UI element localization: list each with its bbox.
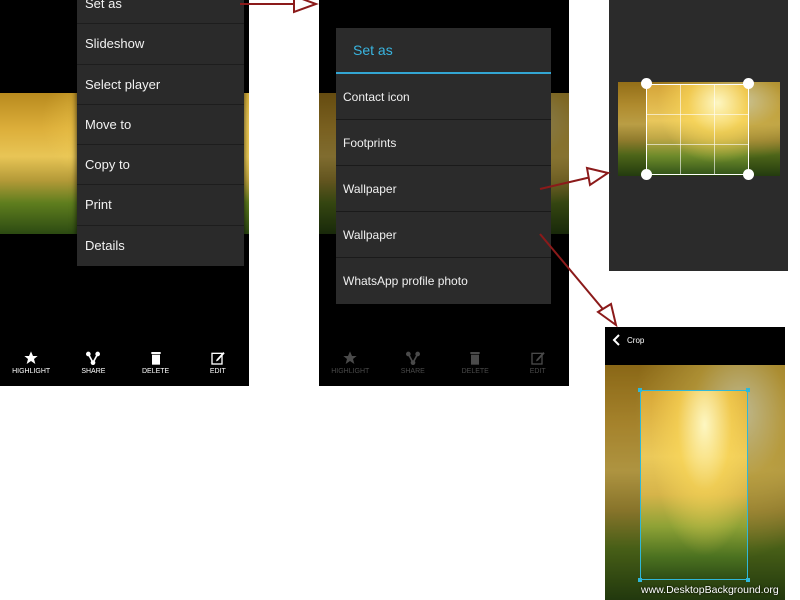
arrow-menu-to-dialog-head: [293, 0, 319, 14]
crop-handle-top-left[interactable]: [641, 78, 652, 89]
highlight-label: HIGHLIGHT: [331, 368, 370, 375]
option-footprints[interactable]: Footprints: [336, 120, 551, 166]
edit-icon: [211, 352, 225, 365]
delete-button[interactable]: DELETE: [125, 346, 187, 386]
gallery-screen-menu: Set as Slideshow Select player Move to C…: [0, 0, 249, 386]
trash-icon: [470, 352, 480, 365]
bottom-action-bar: HIGHLIGHT SHARE DELETE EDIT: [319, 346, 569, 386]
highlight-label: HIGHLIGHT: [12, 368, 51, 375]
option-wallpaper-lock[interactable]: Wallpaper: [336, 212, 551, 258]
edit-label: EDIT: [209, 368, 226, 375]
delete-button: DELETE: [444, 346, 507, 386]
chevron-left-icon[interactable]: [612, 334, 621, 346]
menu-item-print[interactable]: Print: [77, 185, 244, 226]
crop-grid-line: [713, 85, 715, 174]
context-menu: Set as Slideshow Select player Move to C…: [77, 0, 244, 267]
menu-item-move-to[interactable]: Move to: [77, 105, 244, 146]
share-label: SHARE: [400, 368, 425, 375]
menu-item-select-player[interactable]: Select player: [77, 65, 244, 105]
watermark-text: www.DesktopBackground.org: [641, 584, 779, 596]
highlight-button[interactable]: HIGHLIGHT: [0, 346, 62, 386]
arrow-wallpaper-to-portrait-crop-head: [596, 302, 618, 328]
menu-item-set-as[interactable]: Set as: [77, 0, 244, 25]
edit-label: EDIT: [529, 368, 546, 375]
crop-title: Crop: [627, 336, 645, 345]
crop-handle-bottom-left[interactable]: [641, 169, 652, 180]
share-icon: [405, 351, 420, 365]
gallery-screen-set-as-dialog: Set as Contact icon Footprints Wallpaper…: [319, 0, 569, 386]
crop-handle-top-left[interactable]: [638, 388, 642, 392]
crop-screen-portrait: Crop www.DesktopBackground.org: [605, 327, 785, 600]
arrow-wallpaper-to-crop-head: [585, 166, 611, 187]
star-icon: [24, 351, 38, 364]
crop-grid-line: [647, 114, 748, 116]
edit-icon: [531, 352, 545, 365]
crop-handle-bottom-right[interactable]: [743, 169, 754, 180]
highlight-button: HIGHLIGHT: [319, 346, 382, 386]
crop-grid-line: [647, 143, 748, 145]
menu-item-slideshow[interactable]: Slideshow: [77, 24, 244, 65]
edit-button: EDIT: [507, 346, 570, 386]
dialog-title: Set as: [336, 28, 551, 74]
crop-screen-landscape: [609, 0, 788, 271]
edit-button[interactable]: EDIT: [187, 346, 249, 386]
share-button[interactable]: SHARE: [62, 346, 124, 386]
option-whatsapp-profile-photo[interactable]: WhatsApp profile photo: [336, 258, 551, 304]
crop-handle-top-right[interactable]: [746, 388, 750, 392]
share-icon: [86, 351, 101, 365]
delete-label: DELETE: [142, 368, 170, 375]
menu-item-copy-to[interactable]: Copy to: [77, 145, 244, 186]
crop-top-bar: Crop: [605, 327, 785, 355]
menu-item-details[interactable]: Details: [77, 226, 244, 266]
trash-icon: [150, 352, 161, 365]
crop-grid-line: [680, 85, 682, 174]
star-icon: [343, 351, 357, 364]
option-wallpaper-home[interactable]: Wallpaper: [336, 166, 551, 212]
bottom-action-bar: HIGHLIGHT SHARE DELETE EDIT: [0, 346, 249, 386]
crop-handle-bottom-right[interactable]: [746, 578, 750, 582]
option-contact-icon[interactable]: Contact icon: [336, 74, 551, 120]
crop-handle-bottom-left[interactable]: [638, 578, 642, 582]
crop-handle-top-right[interactable]: [743, 78, 754, 89]
crop-frame[interactable]: [640, 390, 748, 580]
share-label: SHARE: [81, 368, 106, 375]
delete-label: DELETE: [461, 368, 489, 375]
share-button: SHARE: [382, 346, 445, 386]
set-as-dialog: Set as Contact icon Footprints Wallpaper…: [336, 28, 551, 304]
crop-frame[interactable]: [646, 84, 749, 175]
